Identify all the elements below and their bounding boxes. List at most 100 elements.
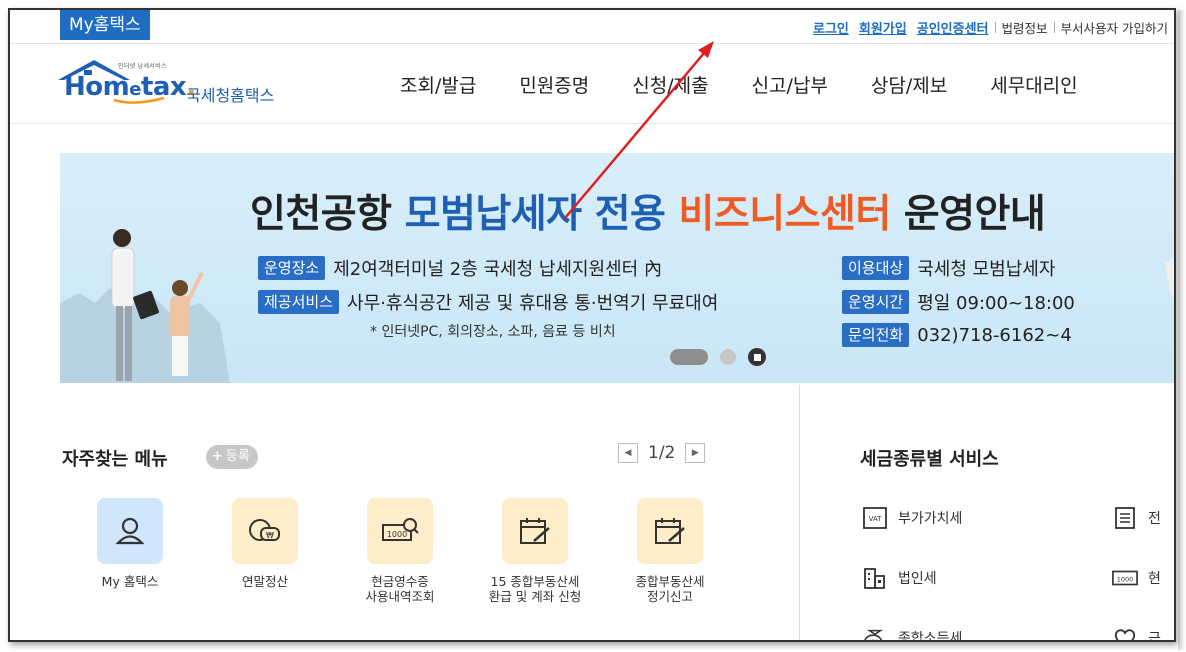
promo-banner[interactable]: 인천공항 모범납세자 전용 비즈니스센터 운영안내 운영장소 제2여객터미널 2… bbox=[60, 153, 1174, 383]
banner-title-part4: 운영안내 bbox=[890, 192, 1046, 237]
law-info-link[interactable]: 법령정보 bbox=[1002, 18, 1048, 37]
prev-page-button[interactable]: ◀ bbox=[618, 443, 638, 463]
menu-item-property-tax-refund[interactable]: 15 종합부동산세 환급 및 계좌 신청 bbox=[480, 498, 590, 604]
browser-viewport: My홈택스 로그인 회원가입 공인인증센터 법령정보 부서사용자 가입하기 인터… bbox=[8, 8, 1176, 642]
coins-icon: ₩ bbox=[232, 498, 298, 564]
divider bbox=[994, 22, 996, 33]
tax-item-label: 현 bbox=[1148, 571, 1161, 587]
logo-wordmark: Hometax. bbox=[64, 72, 196, 102]
info-location: 제2여객터미널 2층 국세청 납세지원센터 內 bbox=[333, 259, 662, 280]
banner-title-part2: 모범납세자 전용 bbox=[404, 192, 679, 237]
logo-subtitle: 인터넷 납세서비스 bbox=[118, 63, 167, 70]
menu-label: 연말정산 bbox=[241, 574, 288, 589]
tag-services: 제공서비스 bbox=[258, 290, 340, 314]
top-links: 로그인 회원가입 공인인증센터 법령정보 부서사용자 가입하기 bbox=[803, 18, 1168, 37]
heart-icon bbox=[1112, 625, 1138, 640]
calendar-edit-icon bbox=[637, 498, 703, 564]
svg-text:₩: ₩ bbox=[266, 531, 274, 540]
svg-text:1000: 1000 bbox=[387, 530, 407, 539]
info-row-phone: 문의전화 032)718-6162~4 bbox=[842, 323, 1072, 347]
frequent-menu-title: 자주찾는 메뉴 bbox=[62, 449, 168, 470]
info-row-target: 이용대상 국세청 모범납세자 bbox=[842, 255, 1055, 281]
tax-item-partial-3[interactable]: 근 bbox=[1112, 625, 1161, 642]
register-label: 등록 bbox=[225, 449, 250, 464]
person-icon bbox=[97, 498, 163, 564]
info-phone: 032)718-6162~4 bbox=[917, 324, 1072, 346]
logo-word-tax: tax bbox=[140, 72, 187, 102]
tax-item-partial-2[interactable]: 1000 현 bbox=[1112, 565, 1161, 591]
main-nav: 조회/발급 민원증명 신청/제출 신고/납부 상담/제보 세무대리인 bbox=[400, 44, 1121, 124]
svg-text:₩: ₩ bbox=[869, 638, 877, 643]
frequent-menu-panel: 자주찾는 메뉴 + 등록 ◀ 1/2 ▶ My 홈택스 ₩ 연말정산 1000 현… bbox=[10, 385, 800, 640]
next-page-button[interactable]: ▶ bbox=[685, 443, 706, 463]
receipt-search-icon: 1000 bbox=[367, 498, 433, 564]
tag-phone: 문의전화 bbox=[842, 323, 910, 347]
menu-item-cash-receipt[interactable]: 1000 현금영수증 사용내역조회 bbox=[345, 498, 455, 604]
login-link[interactable]: 로그인 bbox=[813, 18, 849, 37]
svg-text:VAT: VAT bbox=[869, 515, 883, 523]
tax-item-income[interactable]: ₩ 종합소득세 bbox=[862, 625, 963, 643]
menu-label: 현금영수증 사용내역조회 bbox=[365, 574, 435, 604]
tax-item-vat[interactable]: VAT 부가가치세 bbox=[862, 505, 962, 531]
frame-shadow bbox=[1178, 10, 1186, 650]
slide-indicator[interactable] bbox=[720, 349, 736, 365]
menu-item-property-tax-filing[interactable]: 종합부동산세 정기신고 bbox=[615, 498, 725, 604]
tax-item-partial-1[interactable]: 전 bbox=[1112, 505, 1161, 531]
main-header: 인터넷 납세서비스 Hometax. 국세청홈택스 조회/발급 민원증명 신청/… bbox=[10, 44, 1174, 124]
banner-pagination bbox=[670, 348, 766, 366]
menu-item-my-hometax[interactable]: My 홈택스 bbox=[75, 498, 185, 589]
slide-indicator-active[interactable] bbox=[670, 349, 708, 365]
document-icon bbox=[1112, 505, 1138, 531]
calendar-edit-icon bbox=[502, 498, 568, 564]
pause-slider-button[interactable] bbox=[748, 348, 766, 366]
building-icon bbox=[862, 565, 888, 591]
divider bbox=[1053, 22, 1055, 33]
info-row-hours: 운영시간 평일 09:00~18:00 bbox=[842, 289, 1075, 315]
tax-item-label: 전 bbox=[1148, 511, 1161, 527]
nav-tax-agent[interactable]: 세무대리인 bbox=[990, 71, 1077, 98]
tax-item-label: 종합소득세 bbox=[898, 631, 963, 642]
signup-link[interactable]: 회원가입 bbox=[859, 18, 907, 37]
nav-report-pay[interactable]: 신고/납부 bbox=[752, 71, 828, 98]
vat-icon: VAT bbox=[862, 505, 888, 531]
menu-label: My 홈택스 bbox=[101, 574, 159, 589]
info-note: * 인터넷PC, 회의장소, 소파, 음료 등 비치 bbox=[370, 324, 616, 340]
tax-item-label: 근 bbox=[1148, 631, 1161, 642]
menu-item-year-end-tax[interactable]: ₩ 연말정산 bbox=[210, 498, 320, 589]
menu-label: 15 종합부동산세 환급 및 계좌 신청 bbox=[488, 574, 582, 604]
plus-icon: + bbox=[212, 449, 223, 464]
receipt-icon: 1000 bbox=[1112, 565, 1138, 591]
banner-title-part3: 비즈니스센터 bbox=[678, 192, 891, 237]
tax-item-label: 법인세 bbox=[898, 571, 937, 587]
top-bar: My홈택스 로그인 회원가입 공인인증센터 법령정보 부서사용자 가입하기 bbox=[10, 10, 1174, 44]
logo-word-e: e bbox=[129, 79, 141, 100]
page-indicator: 1/2 bbox=[648, 443, 676, 463]
info-row-location: 운영장소 제2여객터미널 2층 국세청 납세지원센터 內 bbox=[258, 255, 662, 281]
info-services: 사무·휴식공간 제공 및 휴대용 통·번역기 무료대여 bbox=[347, 293, 719, 314]
logo-word-hom: Hom bbox=[64, 72, 130, 102]
banner-title-part1: 인천공항 bbox=[250, 192, 405, 237]
frequent-menu-pager: ◀ 1/2 ▶ bbox=[618, 443, 706, 463]
svg-text:1000: 1000 bbox=[1117, 576, 1134, 584]
stop-icon bbox=[753, 353, 761, 361]
nav-consult-report[interactable]: 상담/제보 bbox=[871, 71, 947, 98]
certificate-center-link[interactable]: 공인인증센터 bbox=[917, 18, 989, 37]
nav-apply-submit[interactable]: 신청/제출 bbox=[632, 71, 708, 98]
money-bag-icon: ₩ bbox=[862, 625, 888, 643]
hometax-logo[interactable]: 인터넷 납세서비스 Hometax. 국세청홈택스 bbox=[54, 56, 314, 110]
info-hours: 평일 09:00~18:00 bbox=[917, 293, 1075, 314]
nav-civil-certificate[interactable]: 민원증명 bbox=[519, 71, 589, 98]
nav-inquiry-issue[interactable]: 조회/발급 bbox=[400, 71, 476, 98]
tag-location: 운영장소 bbox=[258, 256, 326, 280]
info-target: 국세청 모범납세자 bbox=[917, 259, 1056, 280]
tag-target: 이용대상 bbox=[842, 256, 910, 280]
dept-user-signup-link[interactable]: 부서사용자 가입하기 bbox=[1061, 18, 1168, 37]
tax-services-panel: 세금종류별 서비스 VAT 부가가치세 법인세 ₩ 종합소득세 전 1000 현… bbox=[800, 385, 1174, 643]
register-menu-button[interactable]: + 등록 bbox=[206, 445, 258, 469]
logo-korean-name: 국세청홈택스 bbox=[186, 86, 275, 105]
info-row-services: 제공서비스 사무·휴식공간 제공 및 휴대용 통·번역기 무료대여 bbox=[258, 289, 718, 315]
banner-title: 인천공항 모범납세자 전용 비즈니스센터 운영안내 bbox=[250, 183, 1046, 239]
my-hometax-tab[interactable]: My홈택스 bbox=[60, 10, 150, 40]
menu-label: 종합부동산세 정기신고 bbox=[635, 574, 705, 604]
tax-item-corporate[interactable]: 법인세 bbox=[862, 565, 937, 591]
